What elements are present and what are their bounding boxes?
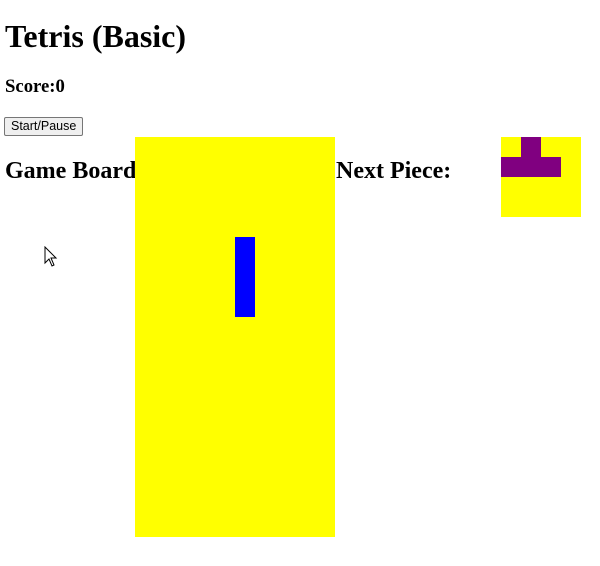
next-piece-block [501,157,521,177]
next-piece-label: Next Piece: [336,158,452,184]
active-piece-block [235,277,255,297]
arrow-cursor-icon [44,246,58,267]
game-board [135,137,335,537]
game-title: Tetris (Basic) [5,18,187,54]
game-board-label: Game Board [5,158,137,184]
score-display: Score:0 [5,76,65,97]
active-piece-block [235,257,255,277]
next-piece-block [521,137,541,157]
next-piece-preview [501,137,581,217]
next-piece-block [521,157,541,177]
next-piece-block [541,157,561,177]
active-piece-block [235,297,255,317]
active-piece-block [235,237,255,257]
start-pause-button[interactable]: Start/Pause [4,117,84,136]
